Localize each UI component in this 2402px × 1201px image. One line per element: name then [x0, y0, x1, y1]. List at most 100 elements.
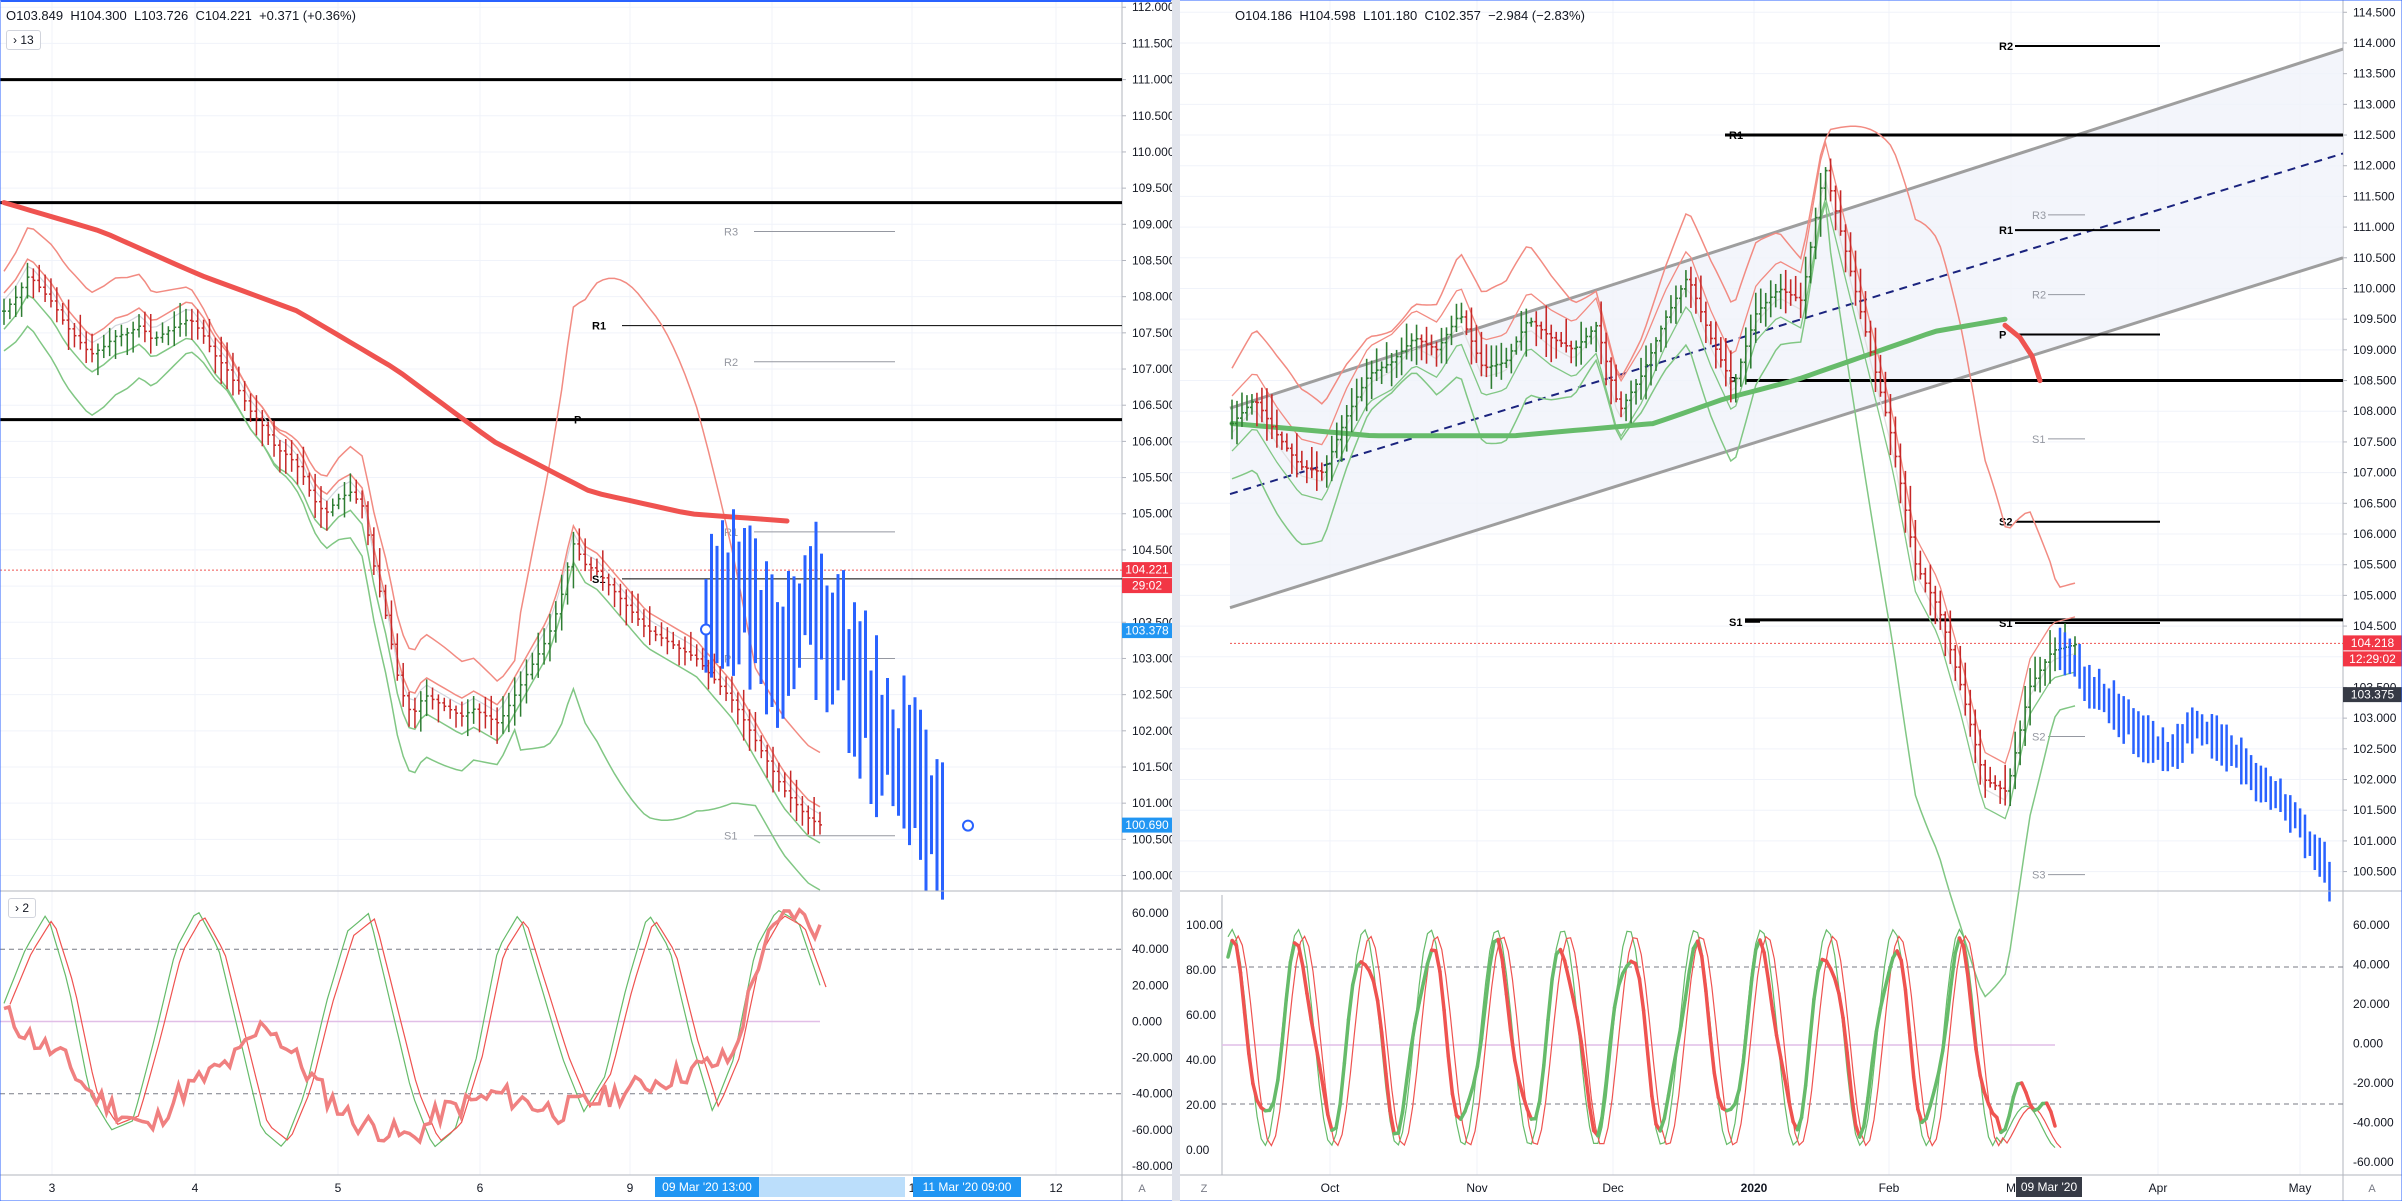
- right-osc-slow-segment: [1542, 1018, 1550, 1068]
- right-osc-slow-segment: [1413, 1001, 1421, 1026]
- right-price-tick-label: 105.500: [2353, 558, 2397, 572]
- left-osc-tick-label: -40.000: [1132, 1087, 1173, 1101]
- right-price-tick-label: 106.000: [2353, 527, 2397, 541]
- right-osc-slow-segment: [1533, 1099, 1542, 1121]
- right-osc-left-tick-label: 0.00: [1186, 1143, 1210, 1157]
- right-osc-slow-segment: [1537, 1063, 1546, 1103]
- right-osc-slow-segment: [2024, 1090, 2032, 1107]
- right-pivot-label-s2: S1: [1999, 618, 2012, 630]
- right-price-tick-label: 104.500: [2353, 619, 2397, 633]
- left-time-tick-label: 5: [335, 1181, 342, 1195]
- right-osc-slow-segment: [1633, 961, 1642, 981]
- left-projection-target[interactable]: [962, 819, 974, 832]
- right-osc-slow-segment: [1907, 1030, 1916, 1079]
- right-price-tick-label: 114.000: [2353, 36, 2396, 50]
- left-pivot-label-r2: R2: [724, 357, 738, 369]
- right-osc-right-tick-label: -40.000: [2353, 1116, 2394, 1130]
- right-osc-slow-segment: [1749, 947, 1758, 983]
- right-time-cursor-tag: 09 Mar '20: [2021, 1180, 2078, 1194]
- right-osc-slow-segment: [1808, 997, 1816, 1043]
- left-osc-tick-label: 0.000: [1132, 1014, 1162, 1028]
- left-close: C104.221: [195, 8, 252, 23]
- left-osc-fast-green: [3, 909, 821, 1148]
- right-pivot-label-r2: R2: [2032, 290, 2046, 302]
- right-osc-slow-segment: [1924, 1103, 1933, 1121]
- right-osc-slow-segment: [1870, 1030, 1879, 1065]
- left-price-tick-label: 102.000: [1132, 724, 1176, 738]
- right-last-price-tag: 104.218: [2351, 636, 2395, 650]
- right-time-tick-label: 2020: [1741, 1181, 1768, 1195]
- right-pivot-label-s1: S1: [1729, 617, 1742, 629]
- right-osc-slow-segment: [1325, 1112, 1334, 1133]
- left-pivot-label-r1: R1: [592, 321, 606, 333]
- right-osc-slow-segment: [1226, 938, 1234, 959]
- right-osc-slow-segment: [1234, 943, 1243, 975]
- right-osc-slow-segment: [1309, 1017, 1318, 1045]
- right-osc-slow-segment: [1961, 944, 1970, 977]
- right-price-tick-label: 109.500: [2353, 312, 2397, 326]
- right-osc-left-tick-label: 80.00: [1186, 963, 1216, 977]
- right-price-tick-label: 109.000: [2353, 343, 2397, 357]
- right-osc-slow-segment: [1799, 1083, 1808, 1120]
- right-osc-slow-segment: [1384, 1071, 1392, 1114]
- left-osc-tick-label: -20.000: [1132, 1051, 1173, 1065]
- left-study-toggle-main[interactable]: › 13: [6, 30, 41, 50]
- right-osc-slow-segment: [1301, 964, 1309, 996]
- left-ohlc-legend: O103.849 H104.300 L103.726 C104.221 +0.3…: [6, 8, 356, 23]
- right-osc-slow-segment: [1741, 1020, 1750, 1064]
- right-osc-right-tick-label: 60.000: [2353, 918, 2390, 932]
- left-price-tick-label: 105.000: [1132, 507, 1176, 521]
- left-osc-tick-label: -60.000: [1132, 1123, 1173, 1137]
- left-projection-anchor[interactable]: [700, 623, 712, 636]
- right-osc-slow-segment: [1700, 954, 1708, 993]
- right-open: O104.186: [1235, 8, 1293, 23]
- right-price-tick-label: 107.500: [2353, 435, 2397, 449]
- right-osc-slow-segment: [1375, 998, 1384, 1035]
- right-osc-slow-segment: [1712, 1070, 1721, 1100]
- right-osc-left-tick-label: 40.00: [1186, 1053, 1216, 1067]
- right-osc-slow-segment: [1483, 964, 1492, 1005]
- right-osc-slow-segment: [1380, 1031, 1388, 1076]
- right-close: C102.357: [1424, 8, 1481, 23]
- right-zoom-button: Z: [1201, 1183, 1208, 1195]
- right-price-tick-label: 114.500: [2353, 5, 2396, 19]
- right-osc-slow-segment: [1276, 1041, 1284, 1082]
- left-price-tick-label: 102.500: [1132, 688, 1176, 702]
- pane-splitter[interactable]: [1172, 0, 1180, 1201]
- right-osc-right-tick-label: -20.000: [2353, 1076, 2394, 1090]
- chart-canvas[interactable]: 112.000 111.500 111.000 110.500 110.000 109.5…: [0, 0, 2402, 1201]
- left-time-tick-label: 3: [49, 1181, 56, 1195]
- right-osc-slow-segment: [1321, 1087, 1330, 1117]
- right-price-tick-label: 102.500: [2353, 742, 2397, 756]
- right-chart-pane[interactable]: 114.500 114.000 113.500 113.000 112.500 112.0…: [1180, 0, 2402, 1201]
- right-osc-slow-segment: [1704, 989, 1712, 1037]
- left-study-toggle-osc[interactable]: › 2: [8, 898, 37, 918]
- right-osc-slow-segment: [1733, 1087, 1741, 1106]
- left-time-cursor-tag: 09 Mar '20 13:00: [662, 1180, 752, 1194]
- right-osc-slow-segment: [1251, 1081, 1259, 1103]
- left-price-tick-label: 111.500: [1132, 36, 1174, 50]
- right-osc-slow-segment: [1567, 976, 1575, 1000]
- right-osc-slow-segment: [1284, 960, 1293, 1002]
- right-low: L101.180: [1362, 8, 1418, 23]
- left-main-plot-bg: [0, 0, 1122, 890]
- left-pivot-label-p: P: [574, 415, 581, 427]
- right-osc-slow-segment: [1558, 947, 1567, 963]
- right-osc-slow-segment: [1467, 1083, 1475, 1102]
- right-osc-slow-segment: [1238, 970, 1247, 1015]
- left-chart-pane[interactable]: 112.000 111.500 111.000 110.500 110.000 109.5…: [0, 0, 1176, 1201]
- left-price-tick-label: 109.000: [1132, 217, 1176, 231]
- left-price-tick-label: 108.500: [1132, 253, 1176, 267]
- right-time-tick-label: Oct: [1321, 1181, 1340, 1195]
- right-osc-slow-segment: [1271, 1078, 1280, 1104]
- right-pivot-label-r1: R1: [1999, 225, 2013, 237]
- right-pivot-label-p: P: [1999, 330, 2006, 342]
- right-osc-slow-segment: [2049, 1109, 2057, 1128]
- right-osc-slow-segment: [1442, 1008, 1451, 1058]
- right-price-tick-label: 112.000: [2353, 159, 2396, 173]
- right-osc-slow-segment: [1666, 1069, 1675, 1098]
- left-price-tick-label: 100.000: [1132, 869, 1176, 883]
- left-price-tick-label: 107.000: [1132, 362, 1176, 376]
- right-auto-scale-button: A: [2368, 1183, 2376, 1195]
- right-price-tick-label: 108.500: [2353, 374, 2397, 388]
